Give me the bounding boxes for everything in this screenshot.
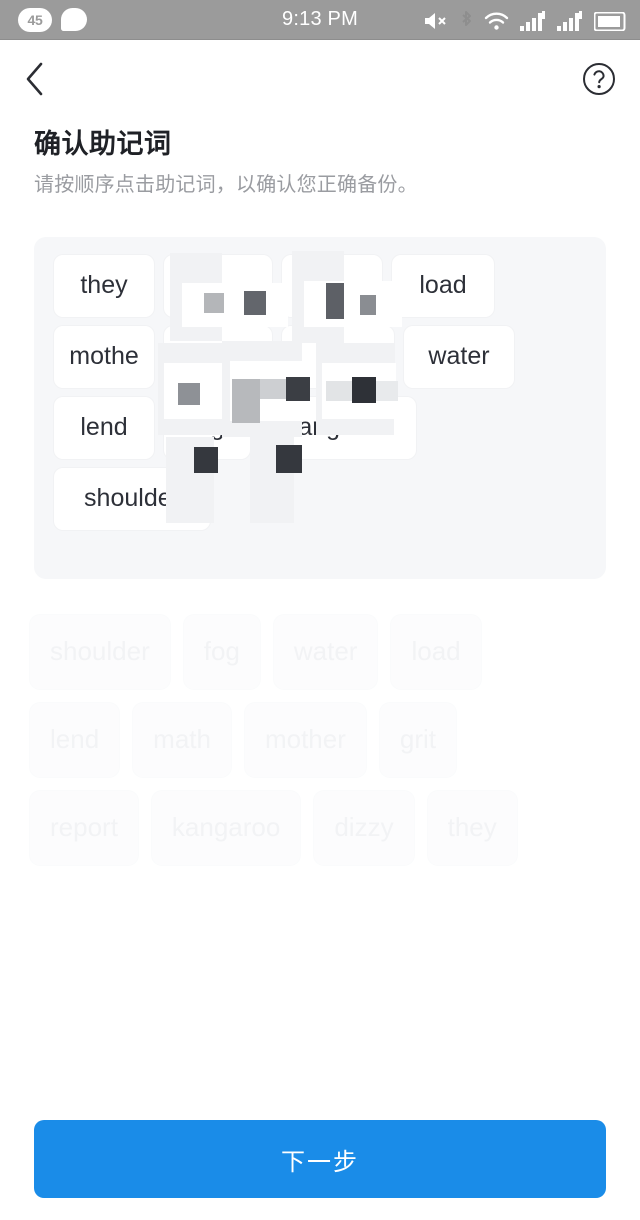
signal-bars-icon (520, 9, 546, 31)
word-bank-chip[interactable]: load (391, 614, 481, 689)
page-title: 确认助记词 (34, 129, 172, 159)
selected-word-chip[interactable]: mothe (54, 325, 154, 388)
selected-word-label: kangaroo (285, 413, 391, 442)
chevron-left-icon (26, 62, 43, 96)
status-bar-left: 45 (0, 7, 87, 32)
word-bank-chip[interactable]: grit (379, 702, 457, 777)
status-bar-clock: 9:13 PM (282, 8, 358, 30)
next-button[interactable]: 下一步 (34, 1120, 606, 1198)
selected-word-chip[interactable]: shoulder (54, 467, 210, 530)
word-bank-label: report (50, 812, 118, 843)
word-bank-label: mother (264, 724, 346, 755)
word-bank-chip[interactable]: they (427, 790, 517, 865)
selected-word-chip[interactable]: they (54, 254, 154, 317)
word-bank-row: lend math mother grit (30, 702, 610, 777)
word-bank-chip[interactable]: shoulder (30, 614, 170, 689)
selected-chip-row: lend fog kangaroo (54, 396, 586, 459)
selected-word-chip[interactable]: lend (54, 396, 154, 459)
selected-word-label: they (80, 271, 128, 300)
selected-word-label: water (428, 342, 490, 371)
selected-word-label: lend (80, 413, 128, 442)
word-bank-chip[interactable]: fog (183, 614, 260, 689)
selected-chip-rows: they load mothe rt water lend fog kangaroo shoul… (54, 254, 586, 530)
selected-word-chip[interactable] (164, 325, 272, 388)
word-bank-label: water (293, 636, 358, 667)
word-bank-chip[interactable]: mother (244, 702, 366, 777)
word-bank-chip[interactable]: report (30, 790, 138, 865)
word-bank-row: shoulder fog water load (30, 614, 610, 689)
word-bank: shoulder fog water load lend math mother grit re… (30, 614, 610, 865)
selected-word-label: rt (330, 342, 346, 371)
word-bank-label: shoulder (50, 636, 150, 667)
signal-bars-2-icon (557, 9, 583, 31)
selected-word-chip[interactable]: kangaroo (260, 396, 416, 459)
selected-word-label: load (419, 271, 467, 300)
word-bank-label: lend (50, 724, 100, 755)
word-bank-chip[interactable]: kangaroo (151, 790, 301, 865)
status-bar: 45 9:13 PM (0, 0, 640, 40)
page-subtitle: 请按顺序点击助记词，以确认您正确备份。 (34, 173, 418, 196)
selected-word-label: fog (189, 413, 225, 442)
word-bank-label: fog (203, 636, 240, 667)
selected-word-chip[interactable] (164, 254, 272, 317)
word-bank-chip[interactable]: dizzy (314, 790, 414, 865)
selected-word-chip[interactable]: rt (282, 325, 394, 388)
selected-chip-row: mothe rt water (54, 325, 586, 388)
word-bank-label: grit (399, 724, 437, 755)
selected-word-chip[interactable] (282, 254, 382, 317)
mute-volume-icon (423, 9, 449, 31)
selected-word-chip[interactable]: water (404, 325, 514, 388)
status-bar-right (423, 0, 626, 39)
word-bank-chip[interactable]: math (133, 702, 231, 777)
selected-word-chip[interactable]: fog (164, 396, 250, 459)
word-bank-label: kangaroo (171, 812, 281, 843)
help-circle-icon (583, 63, 615, 95)
wifi-icon (484, 9, 509, 31)
word-bank-label: math (153, 724, 211, 755)
selected-chip-row: they load (54, 254, 586, 317)
page-header: 确认助记词 请按顺序点击助记词，以确认您正确备份。 (0, 118, 640, 200)
help-button[interactable] (576, 59, 616, 99)
word-bank-label: they (447, 812, 497, 843)
word-bank-chip[interactable]: lend (30, 702, 120, 777)
word-bank-row: report kangaroo dizzy they (30, 790, 610, 865)
selected-word-label: mothe (69, 342, 139, 371)
back-button[interactable] (24, 57, 64, 101)
notification-badge: 45 (18, 7, 52, 32)
battery-icon (594, 9, 626, 31)
word-bank-label: dizzy (334, 812, 394, 843)
selected-mnemonic-panel: they load mothe rt water lend fog kangaroo shoul… (34, 236, 606, 579)
selected-word-label: shoulder (84, 484, 180, 513)
chat-bubble-icon (61, 8, 87, 31)
nav-bar (0, 40, 640, 118)
bluetooth-icon (460, 9, 473, 31)
word-bank-chip[interactable]: water (273, 614, 378, 689)
selected-chip-row: shoulder (54, 467, 586, 530)
selected-word-chip[interactable]: load (392, 254, 494, 317)
footer: 下一步 (0, 1098, 640, 1220)
word-bank-label: load (411, 636, 461, 667)
